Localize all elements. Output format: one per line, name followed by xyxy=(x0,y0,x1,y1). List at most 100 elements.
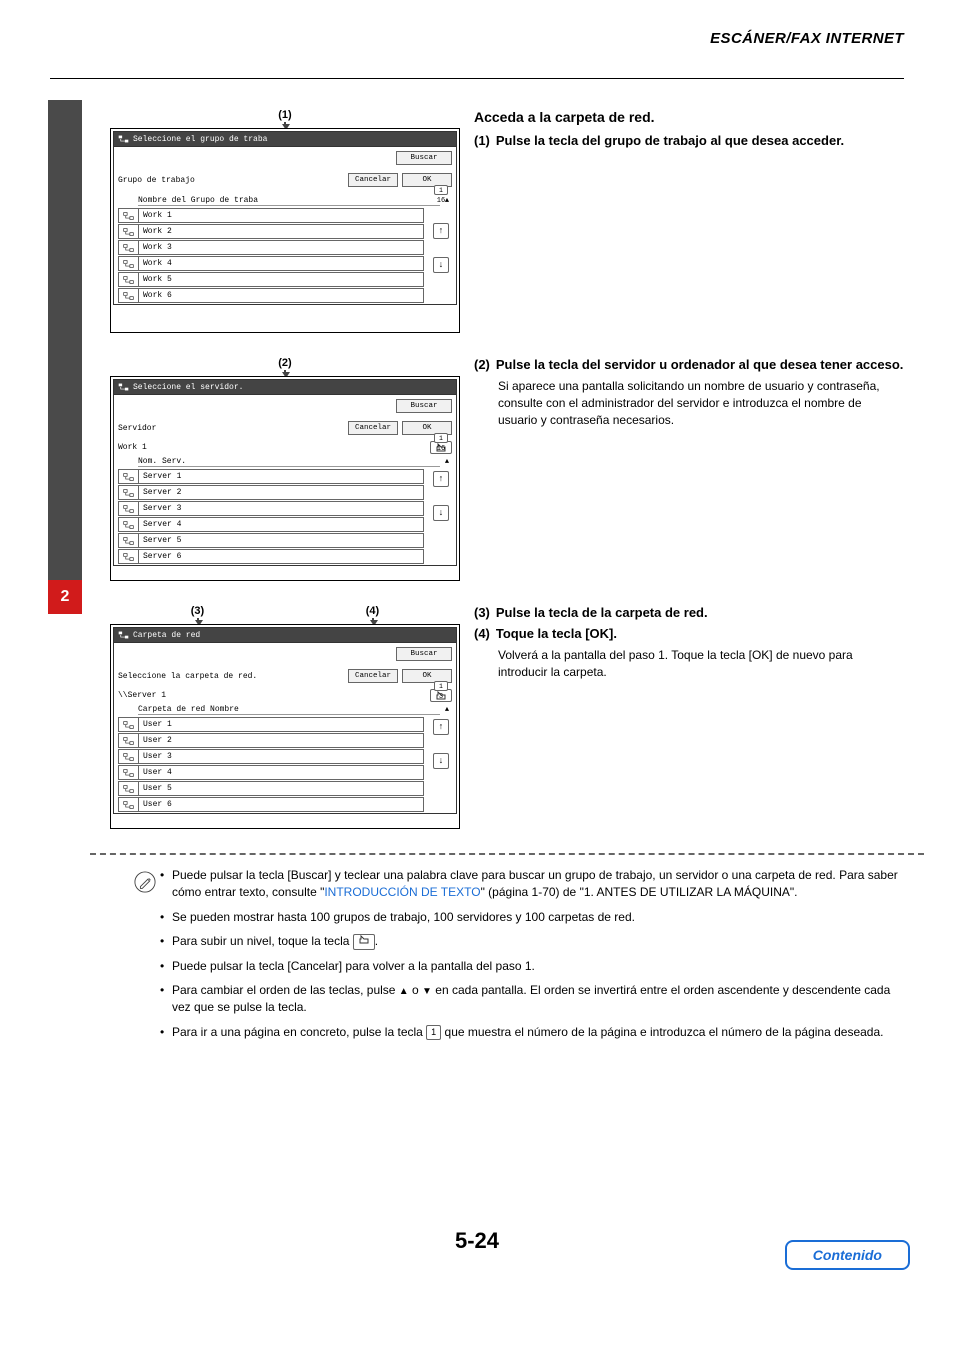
step-title: (2)Pulse la tecla del servidor u ordenad… xyxy=(474,357,904,372)
callout-label: (2) xyxy=(110,357,460,369)
folder-icon xyxy=(119,766,139,779)
screen-server: Seleccione el servidor. Buscar Servidor … xyxy=(110,376,460,581)
list-item-label: User 2 xyxy=(139,736,172,745)
folder-icon xyxy=(119,257,139,270)
column-header[interactable]: Nombre del Grupo de traba xyxy=(138,196,440,206)
list-item[interactable]: Server 1 xyxy=(118,469,424,484)
list-item-label: Work 3 xyxy=(139,243,172,252)
folder-icon xyxy=(119,750,139,763)
list-item[interactable]: Server 6 xyxy=(118,549,424,564)
list-item[interactable]: Work 5 xyxy=(118,272,424,287)
folder-icon xyxy=(119,209,139,222)
folder-icon xyxy=(119,550,139,563)
scroll-down-button[interactable]: ↓ xyxy=(433,753,449,769)
list-item[interactable]: Work 4 xyxy=(118,256,424,271)
list-item[interactable]: Work 2 xyxy=(118,224,424,239)
screen-title: Seleccione el servidor. xyxy=(133,383,243,392)
cancel-button[interactable]: Cancelar xyxy=(348,173,398,187)
list-item[interactable]: Server 3 xyxy=(118,501,424,516)
network-icon xyxy=(118,630,129,640)
page-indicator-button[interactable]: 1 xyxy=(434,681,448,691)
sort-asc-icon: ▲ xyxy=(399,985,409,1000)
folder-icon xyxy=(119,486,139,499)
note-item: Para ir a una página en concreto, pulse … xyxy=(160,1024,904,1041)
screen-left-label: Seleccione la carpeta de red. xyxy=(118,672,344,681)
list-item-label: Server 5 xyxy=(139,536,181,545)
notes-list: Puede pulsar la tecla [Buscar] y teclear… xyxy=(160,867,904,1048)
callout-arrow-icon xyxy=(284,370,286,374)
list-item[interactable]: User 6 xyxy=(118,797,424,812)
step-title: (3)Pulse la tecla de la carpeta de red. xyxy=(474,605,904,620)
list-item[interactable]: Work 3 xyxy=(118,240,424,255)
step-number: (4) xyxy=(474,626,490,641)
list-item[interactable]: User 1 xyxy=(118,717,424,732)
list-item-label: Work 1 xyxy=(139,211,172,220)
step-description: Volverá a la pantalla del paso 1. Toque … xyxy=(498,647,904,681)
list-item[interactable]: Server 5 xyxy=(118,533,424,548)
scroll-up-button[interactable]: ↑ xyxy=(433,223,449,239)
list-item[interactable]: Work 6 xyxy=(118,288,424,303)
step-number: (1) xyxy=(474,133,490,148)
column-header[interactable]: Carpeta de red Nombre xyxy=(138,705,440,715)
list-item-label: Work 2 xyxy=(139,227,172,236)
folder-icon xyxy=(119,225,139,238)
folder-icon xyxy=(119,518,139,531)
folder-icon xyxy=(119,734,139,747)
list-item[interactable]: Work 1 xyxy=(118,208,424,223)
text-entry-link[interactable]: INTRODUCCIÓN DE TEXTO xyxy=(324,885,480,899)
chapter-sidebar-bar xyxy=(48,100,82,610)
scroll-down-button[interactable]: ↓ xyxy=(433,505,449,521)
folder-icon xyxy=(119,782,139,795)
callout-arrow-icon xyxy=(372,618,374,622)
chapter-number: 2 xyxy=(48,580,82,614)
total-count: 3 xyxy=(439,693,443,701)
list-item-label: User 1 xyxy=(139,720,172,729)
cancel-button[interactable]: Cancelar xyxy=(348,421,398,435)
callout-label: (1) xyxy=(110,109,460,121)
contents-button[interactable]: Contenido xyxy=(785,1240,910,1270)
cancel-button[interactable]: Cancelar xyxy=(348,669,398,683)
column-header[interactable]: Nom. Serv. xyxy=(138,457,440,467)
network-icon xyxy=(118,382,129,392)
callout-arrow-icon xyxy=(284,122,286,126)
scroll-up-button[interactable]: ↑ xyxy=(433,719,449,735)
list-item[interactable]: User 3 xyxy=(118,749,424,764)
page-indicator-button[interactable]: 1 xyxy=(434,433,448,443)
note-item: Para subir un nivel, toque la tecla . xyxy=(160,933,904,950)
sort-desc-icon: ▼ xyxy=(422,985,432,1000)
header-title: ESCÁNER/FAX INTERNET xyxy=(710,30,904,47)
callout-arrow-icon xyxy=(197,618,199,622)
total-count: 16 xyxy=(437,445,445,453)
callout-label: (3) xyxy=(110,605,285,617)
callout-label: (4) xyxy=(285,605,460,617)
list-item[interactable]: User 2 xyxy=(118,733,424,748)
search-button[interactable]: Buscar xyxy=(396,399,452,413)
list-item[interactable]: Server 2 xyxy=(118,485,424,500)
screen-left-label: Grupo de trabajo xyxy=(118,176,344,185)
list-item[interactable]: User 4 xyxy=(118,765,424,780)
list-item[interactable]: User 5 xyxy=(118,781,424,796)
list-item-label: Server 2 xyxy=(139,488,181,497)
screen-left-label: Servidor xyxy=(118,424,344,433)
list-item[interactable]: Server 4 xyxy=(118,517,424,532)
page-number: 5-24 xyxy=(50,1228,904,1254)
screen-title: Seleccione el grupo de traba xyxy=(133,135,267,144)
search-button[interactable]: Buscar xyxy=(396,151,452,165)
scroll-down-button[interactable]: ↓ xyxy=(433,257,449,273)
page-indicator-button[interactable]: 1 xyxy=(434,185,448,195)
total-count: 16 xyxy=(437,197,445,205)
list-item-label: Server 6 xyxy=(139,552,181,561)
scroll-up-button[interactable]: ↑ xyxy=(433,471,449,487)
note-item: Para cambiar el orden de las teclas, pul… xyxy=(160,982,904,1017)
list-item-label: User 5 xyxy=(139,784,172,793)
folder-icon xyxy=(119,534,139,547)
step-number: (2) xyxy=(474,357,490,372)
list-item-label: User 4 xyxy=(139,768,172,777)
main-heading: Acceda a la carpeta de red. xyxy=(474,109,904,125)
folder-icon xyxy=(119,289,139,302)
list-item-label: Server 1 xyxy=(139,472,181,481)
search-button[interactable]: Buscar xyxy=(396,647,452,661)
list-item-label: Server 4 xyxy=(139,520,181,529)
folder-icon xyxy=(119,502,139,515)
page-number-chip-icon: 1 xyxy=(426,1025,441,1040)
